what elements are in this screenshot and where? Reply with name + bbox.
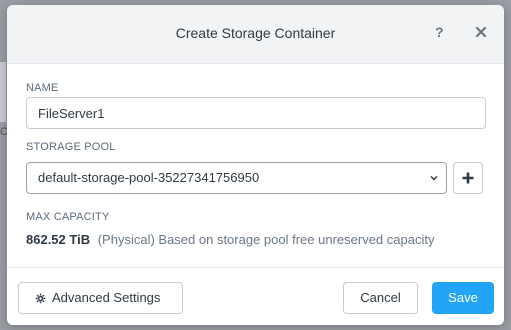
- name-input[interactable]: [26, 97, 486, 129]
- cancel-button[interactable]: Cancel: [343, 282, 418, 314]
- create-storage-container-dialog: Create Storage Container ? NAME STORAGE …: [7, 5, 504, 325]
- max-capacity-value: 862.52 TiB: [26, 232, 91, 247]
- storage-pool-select[interactable]: default-storage-pool-35227341756950: [26, 162, 447, 194]
- max-capacity-info: 862.52 TiB (Physical) Based on storage p…: [26, 232, 434, 247]
- gear-icon: [35, 293, 46, 304]
- advanced-settings-button[interactable]: Advanced Settings: [18, 282, 183, 314]
- save-button[interactable]: Save: [432, 282, 494, 314]
- max-capacity-label: MAX CAPACITY: [26, 211, 110, 223]
- close-icon[interactable]: [473, 24, 489, 40]
- help-icon[interactable]: ?: [435, 24, 444, 40]
- dialog-title: Create Storage Container: [175, 25, 336, 41]
- plus-icon: [462, 172, 474, 184]
- storage-pool-selected-value: default-storage-pool-35227341756950: [38, 170, 260, 185]
- background-panel-edge: [0, 62, 6, 122]
- name-label: NAME: [26, 82, 59, 94]
- storage-pool-label: STORAGE POOL: [26, 141, 116, 153]
- dialog-footer: Advanced Settings Cancel Save: [7, 267, 504, 325]
- chevron-down-icon: [430, 175, 438, 181]
- advanced-settings-label: Advanced Settings: [52, 290, 161, 305]
- max-capacity-note: (Physical) Based on storage pool free un…: [97, 232, 435, 247]
- add-storage-pool-button[interactable]: [453, 162, 483, 194]
- dialog-header: Create Storage Container ?: [7, 5, 504, 64]
